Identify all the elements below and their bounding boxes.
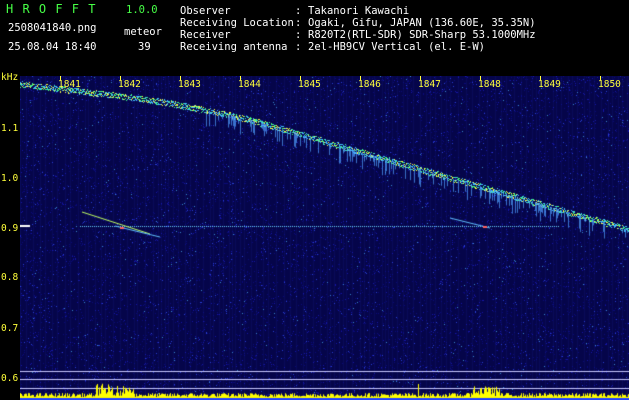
y-tick-label: 0.9: [1, 223, 19, 234]
y-tick-label: 0.6: [1, 373, 19, 384]
observer-sep: :: [295, 5, 302, 17]
y-tick-label: 0.7: [1, 323, 19, 334]
x-tick-label: 1845: [298, 79, 321, 90]
x-tick-label: 1850: [598, 79, 621, 90]
antenna-value: 2el-HB9CV Vertical (el. E-W): [308, 41, 486, 53]
location-sep: :: [295, 17, 302, 29]
receiver-sep: :: [295, 29, 302, 41]
category-label: meteor: [124, 26, 162, 38]
antenna-label: Receiving antenna: [180, 41, 288, 53]
x-tick-label: 1849: [538, 79, 561, 90]
app-version: 1.0.0: [126, 4, 158, 16]
y-axis: kHz 1.1 1.0 0.9 0.8 0.7 0.6: [0, 72, 20, 400]
x-tick-label: 1842: [118, 79, 141, 90]
x-tick-label: 1846: [358, 79, 381, 90]
y-tick-label: 1.1: [1, 123, 19, 134]
x-tick-label: 1843: [178, 79, 201, 90]
x-tick-label: 1841: [58, 79, 81, 90]
spectrogram: [20, 76, 629, 400]
x-tick-label: 1847: [418, 79, 441, 90]
header-panel: H R O F F T 1.0.0 2508041840.png meteor …: [0, 0, 629, 76]
x-tick-label: 1844: [238, 79, 261, 90]
event-count: 39: [138, 41, 151, 53]
receiver-value: R820T2(RTL-SDR) SDR-Sharp 53.1000MHz: [308, 29, 536, 41]
y-tick-label: 1.0: [1, 173, 19, 184]
observer-value: Takanori Kawachi: [308, 5, 410, 17]
app-name: H R O F F T: [6, 2, 97, 16]
y-unit-label: kHz: [1, 72, 19, 83]
location-value: Ogaki, Gifu, JAPAN (136.60E, 35.35N): [308, 17, 536, 29]
timestamp: 25.08.04 18:40: [8, 41, 97, 53]
y-tick-label: 0.8: [1, 272, 19, 283]
observer-label: Observer: [180, 5, 231, 17]
location-label: Receiving Location: [180, 17, 294, 29]
receiver-label: Receiver: [180, 29, 231, 41]
antenna-sep: :: [295, 41, 302, 53]
x-tick-label: 1848: [478, 79, 501, 90]
file-name: 2508041840.png: [8, 22, 97, 34]
